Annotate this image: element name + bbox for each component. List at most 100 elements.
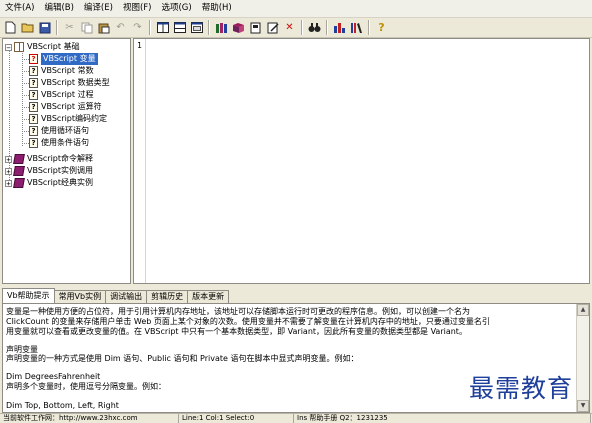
tree-connector <box>22 95 29 96</box>
menu-compile[interactable]: 编译(E) <box>79 0 118 17</box>
watermark-logo: 最需教育 <box>469 374 574 403</box>
tree-connector <box>22 53 23 146</box>
tree-node-variables[interactable]: ? VBScript 变量 <box>29 53 98 65</box>
tree-connector <box>22 143 29 144</box>
collapse-toggle[interactable]: − <box>5 43 12 51</box>
find-icon[interactable] <box>307 20 322 35</box>
edit-page-icon[interactable] <box>265 20 280 35</box>
toolbar-separator <box>301 20 303 35</box>
layout-horizontal-icon[interactable] <box>172 20 187 35</box>
expand-toggle[interactable]: + <box>5 155 12 163</box>
menu-options[interactable]: 选项(G) <box>156 0 196 17</box>
scroll-down-icon[interactable]: ▼ <box>577 400 589 412</box>
code-editor[interactable]: 1 <box>133 38 590 284</box>
tree-connector <box>22 83 29 84</box>
tree-node-label: VBScript命令解释 <box>27 154 94 163</box>
tree-connector <box>22 107 29 108</box>
tree-connector <box>22 119 29 120</box>
tree-node-label: VBScript 常数 <box>41 66 94 75</box>
help-topic-icon: ? <box>29 138 38 148</box>
open-folder-icon[interactable] <box>20 20 35 35</box>
tree-node-label: VBScript 数据类型 <box>41 78 110 87</box>
undo-icon[interactable]: ↶ <box>113 20 128 35</box>
expand-toggle[interactable]: + <box>5 179 12 187</box>
help-topic-icon: ? <box>29 78 38 88</box>
line-number: 1 <box>137 41 142 50</box>
help-topic-icon: ? <box>29 90 38 100</box>
tab-clip-history[interactable]: 剪辑历史 <box>146 290 189 303</box>
toolbar-separator <box>208 20 210 35</box>
help-text-line: 变量是一种使用方便的占位符，用于引用计算机内存地址，该地址可以存储脚本运行时可更… <box>6 307 470 316</box>
tree-node-classic-examples[interactable]: + VBScript经典实例 <box>5 177 93 189</box>
layout-split-icon[interactable] <box>155 20 170 35</box>
help-topic-icon: ? <box>29 102 38 112</box>
tree-node-loops[interactable]: ? 使用循环语句 <box>29 125 89 137</box>
expand-toggle[interactable]: + <box>5 167 12 175</box>
chart-icon[interactable] <box>332 20 347 35</box>
tree-node-label-selected: VBScript 变量 <box>41 53 98 65</box>
tree-node-label: VBScript编码约定 <box>41 114 108 123</box>
menu-help[interactable]: 帮助(H) <box>197 0 237 17</box>
new-file-icon[interactable] <box>3 20 18 35</box>
editor-gutter <box>145 39 146 283</box>
tree-node-commands[interactable]: + VBScript命令解释 <box>5 153 93 165</box>
tree-node-label: VBScript实例调用 <box>27 166 94 175</box>
tree-node-vbscript-basics[interactable]: − VBScript 基础 <box>5 41 80 53</box>
tree-node-label: VBScript 基础 <box>27 42 80 51</box>
toolbar: ✂ ↶ ↷ ✕ ? <box>0 18 592 38</box>
menu-bar: 文件(A) 编辑(B) 编译(E) 视图(F) 选项(G) 帮助(H) <box>0 0 592 18</box>
open-book-icon <box>14 42 24 52</box>
help-icon[interactable]: ? <box>374 20 389 35</box>
save-icon[interactable] <box>37 20 52 35</box>
page-icon[interactable] <box>248 20 263 35</box>
help-topic-icon: ? <box>29 54 38 64</box>
tree-node-label: VBScript 运算符 <box>41 102 102 111</box>
tree-connector <box>22 131 29 132</box>
tree-connector <box>22 59 29 60</box>
help-topic-icon: ? <box>29 114 38 124</box>
manual-icon[interactable] <box>231 20 246 35</box>
tree-node-data-types[interactable]: ? VBScript 数据类型 <box>29 77 110 89</box>
redo-icon[interactable]: ↷ <box>130 20 145 35</box>
toolbar-separator <box>56 20 58 35</box>
help-text-line: ClickCount 的变量来存储用户单击 Web 页面上某个对象的次数。使用变… <box>6 317 490 326</box>
tab-debug-output[interactable]: 调试输出 <box>105 290 148 303</box>
toolbar-separator <box>326 20 328 35</box>
tree-node-label: VBScript经典实例 <box>27 178 94 187</box>
paste-icon[interactable] <box>96 20 111 35</box>
tree-node-label: 使用循环语句 <box>41 126 89 135</box>
help-text-line: 声明变量的一种方式是使用 Dim 语句、Public 语句和 Private 语… <box>6 354 359 363</box>
output-tabs: Vb帮助提示 常用Vb实例 调试输出 剪辑历史 版本更新 <box>2 288 590 303</box>
tab-version-update[interactable]: 版本更新 <box>187 290 230 303</box>
library-icon[interactable] <box>349 20 364 35</box>
tree-node-examples[interactable]: + VBScript实例调用 <box>5 165 93 177</box>
tree-node-constants[interactable]: ? VBScript 常数 <box>29 65 94 77</box>
tree-connector <box>22 71 29 72</box>
menu-file[interactable]: 文件(A) <box>0 0 39 17</box>
layout-window-icon[interactable] <box>189 20 204 35</box>
tab-vb-help[interactable]: Vb帮助提示 <box>2 288 55 303</box>
tree-node-procedures[interactable]: ? VBScript 过程 <box>29 89 94 101</box>
copy-icon[interactable] <box>79 20 94 35</box>
help-topic-icon: ? <box>29 66 38 76</box>
delete-icon[interactable]: ✕ <box>282 20 297 35</box>
tree-node-label: 使用条件语句 <box>41 138 89 147</box>
tree-node-operators[interactable]: ? VBScript 运算符 <box>29 101 102 113</box>
toolbar-separator <box>149 20 151 35</box>
vertical-scrollbar[interactable]: ▲ ▼ <box>576 304 589 412</box>
closed-book-icon <box>13 166 25 176</box>
tree-node-conditionals[interactable]: ? 使用条件语句 <box>29 137 89 149</box>
closed-book-icon <box>13 178 25 188</box>
help-topic-icon: ? <box>29 126 38 136</box>
books-icon[interactable] <box>214 20 229 35</box>
menu-view[interactable]: 视图(F) <box>118 0 157 17</box>
toolbar-separator <box>368 20 370 35</box>
scroll-up-icon[interactable]: ▲ <box>577 304 589 316</box>
help-text-line: 用变量就可以查看或更改变量的值。在 VBScript 中只有一个基本数据类型，即… <box>6 327 467 336</box>
menu-edit[interactable]: 编辑(B) <box>39 0 78 17</box>
tree-node-coding-conventions[interactable]: ? VBScript编码约定 <box>29 113 107 125</box>
topic-tree[interactable]: − VBScript 基础 ? VBScript 变量 ? VBScript 常… <box>2 38 131 284</box>
cut-icon[interactable]: ✂ <box>62 20 77 35</box>
tab-vb-examples[interactable]: 常用Vb实例 <box>53 290 107 303</box>
tree-node-label: VBScript 过程 <box>41 90 94 99</box>
